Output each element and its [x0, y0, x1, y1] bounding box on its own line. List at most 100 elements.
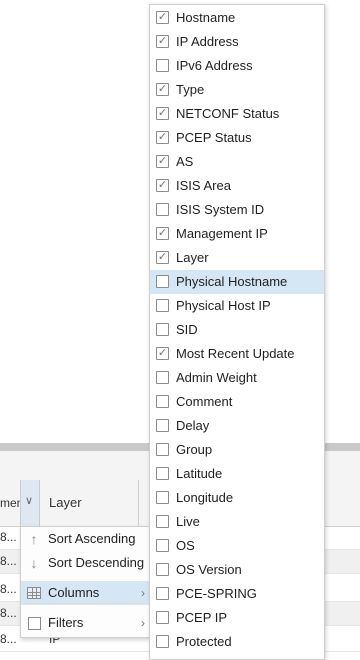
checkbox-checked-icon[interactable]: ✓ — [156, 155, 169, 168]
column-toggle-label: Group — [176, 442, 213, 457]
column-toggle-item[interactable]: Physical Host IP — [150, 294, 324, 318]
column-toggle-item[interactable]: Live — [150, 510, 324, 534]
checkmark-icon: ✓ — [157, 347, 168, 359]
checkbox-unchecked-icon[interactable] — [156, 203, 169, 216]
column-toggle-label: OS Version — [176, 562, 242, 577]
column-toggle-item[interactable]: Physical Hostname — [150, 270, 324, 294]
sort-ascending-label: Sort Ascending — [48, 531, 136, 546]
checkbox-checked-icon[interactable]: ✓ — [156, 347, 169, 360]
checkbox-checked-icon[interactable]: ✓ — [156, 251, 169, 264]
checkbox-unchecked-icon[interactable] — [156, 635, 169, 648]
column-toggle-item[interactable]: ✓ IP Address — [150, 30, 324, 54]
column-divider[interactable] — [138, 480, 139, 526]
column-toggle-label: AS — [176, 154, 194, 169]
column-toggle-label: PCE-SPRING — [176, 586, 257, 601]
column-toggle-item[interactable]: Latitude — [150, 462, 324, 486]
checkmark-icon: ✓ — [157, 107, 168, 119]
column-toggle-label: Comment — [176, 394, 233, 409]
column-toggle-label: SID — [176, 322, 198, 337]
column-toggle-item[interactable]: PCEP IP — [150, 606, 324, 630]
checkbox-unchecked-icon[interactable] — [156, 467, 169, 480]
column-toggle-label: Delay — [176, 418, 210, 433]
filters-label: Filters — [48, 615, 84, 630]
columns-label: Columns — [48, 585, 100, 600]
column-toggle-item[interactable]: ✓ NETCONF Status — [150, 102, 324, 126]
column-toggle-item[interactable]: Comment — [150, 390, 324, 414]
checkbox-unchecked-icon[interactable] — [156, 611, 169, 624]
column-toggle-item[interactable]: OS — [150, 534, 324, 558]
column-toggle-item[interactable]: ✓ Management IP — [150, 222, 324, 246]
checkbox-unchecked-icon[interactable] — [156, 395, 169, 408]
columns-menu-item[interactable]: Columns › — [21, 581, 149, 605]
column-toggle-item[interactable]: Admin Weight — [150, 366, 324, 390]
table-cell: 8... — [0, 632, 17, 646]
column-toggle-item[interactable]: ✓ Type — [150, 78, 324, 102]
column-header-layer[interactable]: Layer — [49, 480, 82, 526]
column-toggle-label: IPv6 Address — [176, 58, 253, 73]
column-toggle-item[interactable]: ✓ Hostname — [150, 6, 324, 30]
column-toggle-label: PCEP IP — [176, 610, 228, 625]
column-header-partial[interactable]: men — [0, 480, 20, 526]
column-toggle-item[interactable]: OS Version — [150, 558, 324, 582]
table-cell: 8... — [0, 606, 17, 620]
column-toggle-label: Physical Host IP — [176, 298, 271, 313]
column-toggle-item[interactable]: Delay — [150, 414, 324, 438]
checkbox-unchecked-icon[interactable] — [156, 563, 169, 576]
checkbox-checked-icon[interactable]: ✓ — [156, 107, 169, 120]
checkmark-icon: ✓ — [157, 11, 168, 23]
column-toggle-item[interactable]: ✓ Layer — [150, 246, 324, 270]
column-toggle-label: Protected — [176, 634, 232, 649]
checkbox-unchecked-icon[interactable] — [156, 539, 169, 552]
checkbox-unchecked-icon[interactable] — [156, 59, 169, 72]
checkbox-unchecked-icon[interactable] — [156, 275, 169, 288]
checkbox-unchecked-icon[interactable] — [156, 491, 169, 504]
checkbox-unchecked-icon[interactable] — [156, 371, 169, 384]
column-toggle-item[interactable]: IPv6 Address — [150, 54, 324, 78]
checkbox-checked-icon[interactable]: ✓ — [156, 131, 169, 144]
column-menu-trigger[interactable]: ∨ — [20, 480, 40, 526]
column-toggle-item[interactable]: ISIS System ID — [150, 198, 324, 222]
sort-descending-item[interactable]: ↓ Sort Descending — [21, 551, 149, 575]
column-toggle-label: Most Recent Update — [176, 346, 295, 361]
column-toggle-item[interactable]: Longitude — [150, 486, 324, 510]
column-toggle-label: PCEP Status — [176, 130, 252, 145]
sort-ascending-item[interactable]: ↑ Sort Ascending — [21, 527, 149, 551]
column-toggle-item[interactable]: Group — [150, 438, 324, 462]
checkbox-unchecked-icon[interactable] — [156, 299, 169, 312]
column-toggle-label: Type — [176, 82, 205, 97]
columns-submenu: ✓ Hostname ✓ IP Address IPv6 Address ✓ Type ✓ NE… — [149, 4, 325, 660]
checkbox-checked-icon[interactable]: ✓ — [156, 83, 169, 96]
checkbox-unchecked-icon[interactable] — [156, 587, 169, 600]
checkbox-unchecked-icon[interactable] — [156, 419, 169, 432]
checkmark-icon: ✓ — [157, 227, 168, 239]
filters-menu-item[interactable]: Filters › — [21, 611, 149, 635]
column-toggle-item[interactable]: Protected — [150, 630, 324, 654]
checkmark-icon: ✓ — [157, 251, 168, 263]
checkbox-unchecked-icon[interactable] — [156, 515, 169, 528]
checkbox-checked-icon[interactable]: ✓ — [156, 35, 169, 48]
columns-checklist: ✓ Hostname ✓ IP Address IPv6 Address ✓ Type ✓ NE… — [150, 6, 324, 654]
column-toggle-label: Longitude — [176, 490, 234, 505]
checkbox-unchecked-icon[interactable] — [156, 443, 169, 456]
checkbox-checked-icon[interactable]: ✓ — [156, 11, 169, 24]
checkbox-checked-icon[interactable]: ✓ — [156, 227, 169, 240]
checkbox-checked-icon[interactable]: ✓ — [156, 179, 169, 192]
column-toggle-label: Hostname — [176, 10, 236, 25]
column-toggle-item[interactable]: ✓ Most Recent Update — [150, 342, 324, 366]
column-toggle-label: OS — [176, 538, 195, 553]
column-toggle-label: IP Address — [176, 34, 239, 49]
column-toggle-item[interactable]: ✓ PCEP Status — [150, 126, 324, 150]
column-toggle-label: Live — [176, 514, 200, 529]
columns-grid-icon — [27, 587, 41, 599]
column-toggle-label: ISIS Area — [176, 178, 231, 193]
column-toggle-item[interactable]: SID — [150, 318, 324, 342]
checkmark-icon: ✓ — [157, 83, 168, 95]
arrow-up-icon: ↑ — [30, 531, 38, 547]
column-toggle-item[interactable]: PCE-SPRING — [150, 582, 324, 606]
column-toggle-item[interactable]: ✓ AS — [150, 150, 324, 174]
checkbox-unchecked-icon[interactable] — [156, 323, 169, 336]
checkmark-icon: ✓ — [157, 179, 168, 191]
column-toggle-item[interactable]: ✓ ISIS Area — [150, 174, 324, 198]
sort-descending-label: Sort Descending — [48, 555, 145, 570]
filter-checkbox-icon — [28, 617, 41, 630]
